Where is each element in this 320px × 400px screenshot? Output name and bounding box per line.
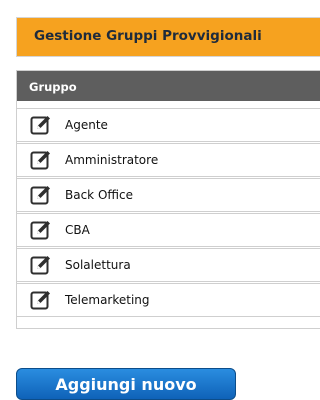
groups-table: Gruppo Agente Amministratore Back Office CB…: [16, 70, 320, 329]
table-row: Telemarketing: [17, 283, 320, 317]
page-title: Gestione Gruppi Provvigionali: [34, 28, 262, 44]
table-body: Agente Amministratore Back Office CBA Solale…: [17, 108, 320, 318]
page-header: Gestione Gruppi Provvigionali: [16, 17, 320, 57]
group-name: Solalettura: [65, 258, 131, 272]
edit-icon[interactable]: [30, 254, 52, 276]
edit-icon[interactable]: [30, 184, 52, 206]
table-row: Amministratore: [17, 143, 320, 177]
edit-icon[interactable]: [30, 219, 52, 241]
group-name: Telemarketing: [65, 293, 150, 307]
group-name: Amministratore: [65, 153, 159, 167]
table-row: CBA: [17, 213, 320, 247]
table-row: Solalettura: [17, 248, 320, 282]
table-row: Agente: [17, 108, 320, 142]
table-header: Gruppo: [17, 71, 320, 101]
table-row: Back Office: [17, 178, 320, 212]
column-header-gruppo: Gruppo: [29, 80, 77, 94]
edit-icon[interactable]: [30, 149, 52, 171]
group-name: CBA: [65, 223, 90, 237]
group-name: Agente: [65, 118, 108, 132]
edit-icon[interactable]: [30, 289, 52, 311]
group-name: Back Office: [65, 188, 133, 202]
edit-icon[interactable]: [30, 114, 52, 136]
add-new-button[interactable]: Aggiungi nuovo: [16, 368, 236, 400]
